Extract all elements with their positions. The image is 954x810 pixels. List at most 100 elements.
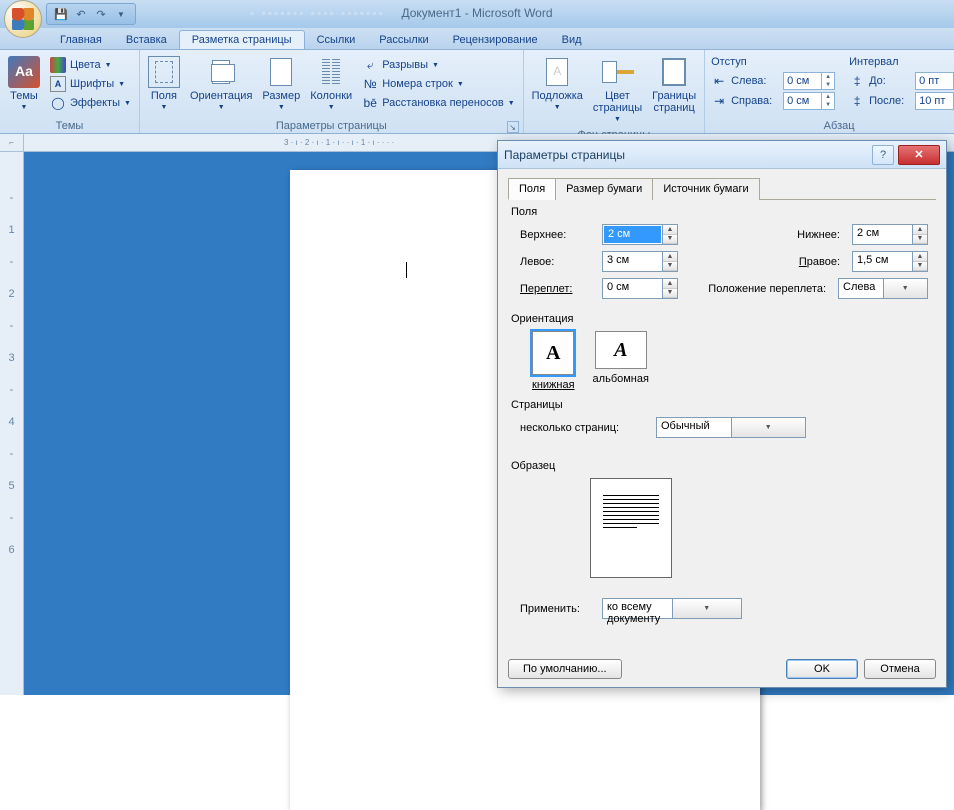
page-color-icon: [602, 56, 634, 88]
select-multi-pages[interactable]: Обычный▼: [656, 417, 806, 438]
fieldset-margins: Поля Верхнее: 2 см▲▼ Нижнее: 2 см▲▼ Лево…: [508, 206, 936, 307]
line-numbers-button[interactable]: №Номера строк▼: [360, 75, 516, 93]
columns-button[interactable]: Колонки▼: [306, 54, 356, 114]
spacing-before-icon: ‡: [849, 73, 865, 89]
close-button[interactable]: ✕: [898, 145, 940, 165]
page-setup-dialog: Параметры страницы ? ✕ Поля Размер бумаг…: [497, 140, 947, 688]
label-gutter-pos: Положение переплета:: [684, 283, 832, 295]
group-page-setup: Поля▼ Ориентация▼ Размер▼ Колонки▼ ⤶Разр…: [140, 50, 524, 133]
label-left: Левое:: [520, 256, 596, 268]
hyphenation-icon: bē: [362, 95, 378, 111]
page-borders-button[interactable]: Границы страниц: [648, 54, 700, 116]
help-button[interactable]: ?: [872, 145, 894, 165]
undo-icon[interactable]: ↶: [73, 6, 89, 22]
breaks-icon: ⤶: [362, 57, 378, 73]
columns-icon: [315, 56, 347, 88]
dialog-titlebar[interactable]: Параметры страницы ? ✕: [498, 141, 946, 169]
breaks-button[interactable]: ⤶Разрывы▼: [360, 56, 516, 74]
spacing-after-icon: ‡: [849, 93, 865, 109]
input-gutter[interactable]: 0 см▲▼: [602, 278, 678, 299]
help-icon: ?: [880, 149, 886, 161]
orientation-button[interactable]: Ориентация▼: [186, 54, 256, 114]
group-themes-label: Темы: [2, 119, 137, 133]
dialog-tab-layout[interactable]: Источник бумаги: [652, 178, 759, 200]
input-bottom[interactable]: 2 см▲▼: [852, 224, 928, 245]
indent-right-row: ⇥Справа:0 см▲▼: [711, 92, 835, 110]
group-page-background: AПодложка▼ Цвет страницы▼ Границы страни…: [524, 50, 705, 133]
indent-left-icon: ⇤: [711, 73, 727, 89]
group-page-setup-label: Параметры страницы↘: [142, 119, 521, 133]
input-right[interactable]: 1,5 см▲▼: [852, 251, 928, 272]
spacing-after-row: ‡После:10 пт▲▼: [849, 92, 954, 110]
tab-mailings[interactable]: Рассылки: [367, 31, 440, 49]
indent-right-icon: ⇥: [711, 93, 727, 109]
colors-icon: [50, 57, 66, 73]
cancel-button[interactable]: Отмена: [864, 659, 936, 679]
spacing-after-input[interactable]: 10 пт▲▼: [915, 92, 954, 110]
spin-down-icon[interactable]: ▼: [663, 235, 677, 245]
theme-fonts-button[interactable]: AШрифты▼: [48, 75, 133, 93]
select-gutter-pos[interactable]: Слева▼: [838, 278, 928, 299]
spin-down-icon[interactable]: ▼: [822, 81, 834, 89]
indent-header: Отступ: [711, 56, 835, 70]
window-title: Документ1 - Microsoft Word: [401, 6, 552, 20]
watermark-button[interactable]: AПодложка▼: [528, 54, 587, 114]
margins-icon: [148, 56, 180, 88]
dialog-tab-paper[interactable]: Размер бумаги: [555, 178, 653, 200]
chevron-down-icon: ▼: [731, 418, 806, 437]
fieldset-preview: Образец: [508, 460, 936, 580]
redo-icon[interactable]: ↷: [93, 6, 109, 22]
tab-home[interactable]: Главная: [48, 31, 114, 49]
themes-button[interactable]: Aa Темы ▼: [4, 54, 44, 114]
tab-references[interactable]: Ссылки: [305, 31, 368, 49]
hyphenation-button[interactable]: bēРасстановка переносов▼: [360, 94, 516, 112]
indent-right-input[interactable]: 0 см▲▼: [783, 92, 835, 110]
label-apply-to: Применить:: [520, 603, 596, 615]
chevron-down-icon: ▼: [883, 279, 928, 298]
input-left[interactable]: 3 см▲▼: [602, 251, 678, 272]
office-button[interactable]: [4, 0, 42, 38]
theme-colors-button[interactable]: Цвета▼: [48, 56, 133, 74]
spin-up-icon[interactable]: ▲: [822, 73, 834, 81]
text-cursor: [406, 262, 407, 278]
spacing-before-input[interactable]: 0 пт▲▼: [915, 72, 954, 90]
dialog-tabs: Поля Размер бумаги Источник бумаги: [508, 177, 936, 200]
size-button[interactable]: Размер▼: [258, 54, 304, 114]
save-icon[interactable]: 💾: [53, 6, 69, 22]
vertical-ruler[interactable]: -1-2-3-4-5-6: [0, 152, 24, 695]
input-top[interactable]: 2 см▲▼: [602, 224, 678, 245]
theme-effects-button[interactable]: ◯Эффекты▼: [48, 94, 133, 112]
tab-insert[interactable]: Вставка: [114, 31, 179, 49]
dialog-body: Поля Размер бумаги Источник бумаги Поля …: [498, 169, 946, 633]
landscape-icon: A: [595, 331, 647, 369]
title-compat-blur: ▪ ▪▪▪▪▪▪▪ ▪▪▪▪ ▪▪▪▪▪▪▪: [250, 6, 385, 20]
effects-icon: ◯: [50, 95, 66, 111]
ok-button[interactable]: OK: [786, 659, 858, 679]
dialog-buttons: По умолчанию... OK Отмена: [508, 659, 936, 679]
orientation-portrait[interactable]: A книжная: [532, 331, 575, 391]
spin-up-icon[interactable]: ▲: [663, 225, 677, 235]
tab-review[interactable]: Рецензирование: [441, 31, 550, 49]
dialog-tab-margins[interactable]: Поля: [508, 178, 556, 200]
page-setup-launcher-icon[interactable]: ↘: [507, 121, 519, 133]
page-borders-icon: [658, 56, 690, 88]
default-button[interactable]: По умолчанию...: [508, 659, 622, 679]
dialog-title: Параметры страницы: [504, 148, 872, 162]
group-paragraph: Отступ ⇤Слева:0 см▲▼ ⇥Справа:0 см▲▼ Инте…: [705, 50, 954, 133]
indent-left-row: ⇤Слева:0 см▲▼: [711, 72, 835, 90]
label-right: Правое:: [684, 256, 846, 268]
spacing-header: Интервал: [849, 56, 954, 70]
qat-customize-icon[interactable]: ▼: [113, 6, 129, 22]
titlebar: 💾 ↶ ↷ ▼ ▪ ▪▪▪▪▪▪▪ ▪▪▪▪ ▪▪▪▪▪▪▪ Документ1…: [0, 0, 954, 28]
tab-view[interactable]: Вид: [550, 31, 594, 49]
margins-button[interactable]: Поля▼: [144, 54, 184, 114]
tab-page-layout[interactable]: Разметка страницы: [179, 30, 305, 49]
ruler-corner-icon[interactable]: ⌐: [0, 134, 24, 152]
indent-left-input[interactable]: 0 см▲▼: [783, 72, 835, 90]
office-logo-icon: [12, 8, 34, 30]
chevron-down-icon: ▼: [21, 104, 28, 112]
select-apply-to[interactable]: ко всему документу▼: [602, 598, 742, 619]
page-color-button[interactable]: Цвет страницы▼: [589, 54, 646, 126]
orientation-landscape[interactable]: A альбомная: [593, 331, 649, 391]
preview-icon: [590, 478, 672, 578]
